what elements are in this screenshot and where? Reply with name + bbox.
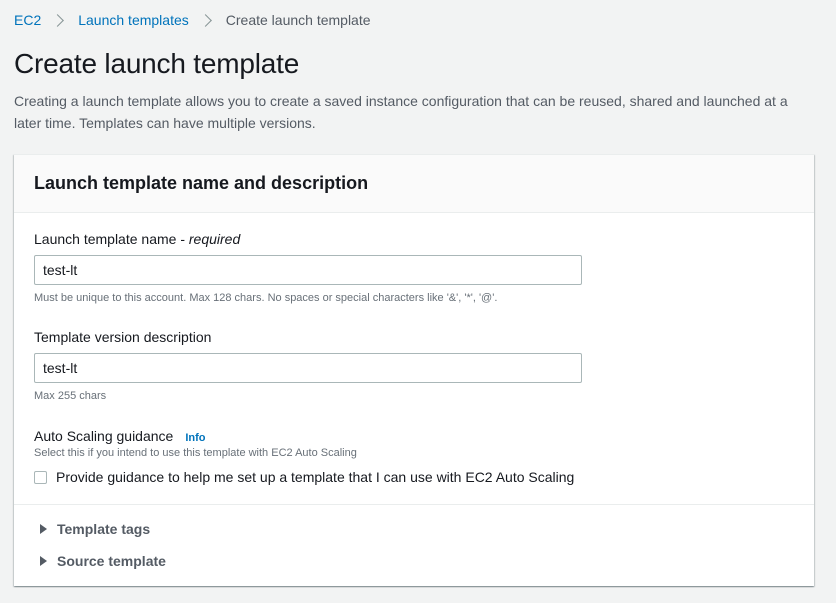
template-version-description-label: Template version description: [34, 329, 212, 345]
auto-scaling-guidance-label: Auto Scaling guidance Info: [34, 428, 206, 444]
info-link[interactable]: Info: [185, 432, 205, 444]
chevron-right-icon: [51, 13, 65, 27]
divider: [14, 504, 814, 505]
source-template-label: Source template: [57, 553, 166, 569]
template-name-input[interactable]: [34, 255, 582, 285]
auto-scaling-guidance-checkbox-label: Provide guidance to help me set up a tem…: [56, 469, 575, 485]
template-name-hint: Must be unique to this account. Max 128 …: [34, 292, 498, 304]
template-version-description-input[interactable]: [34, 353, 582, 383]
breadcrumb-link-launch-templates[interactable]: Launch templates: [78, 12, 189, 28]
chevron-right-icon: [198, 13, 212, 27]
required-marker: required: [188, 231, 241, 247]
source-template-expander[interactable]: Source template: [40, 553, 166, 569]
template-name-label: Launch template name - required: [34, 231, 240, 247]
page-title: Create launch template: [14, 48, 300, 79]
caret-right-icon: [40, 556, 47, 566]
template-tags-label: Template tags: [57, 521, 151, 537]
caret-right-icon: [40, 524, 47, 534]
breadcrumb: EC2 Launch templates Create launch templ…: [14, 10, 371, 30]
launch-template-panel: Launch template name and description Lau…: [14, 154, 814, 586]
breadcrumb-link-ec2[interactable]: EC2: [14, 12, 41, 28]
auto-scaling-guidance-checkbox[interactable]: [34, 470, 47, 484]
breadcrumb-current: Create launch template: [225, 12, 371, 28]
template-version-description-hint: Max 255 chars: [34, 390, 107, 402]
panel-header: Launch template name and description: [14, 155, 814, 213]
template-tags-expander[interactable]: Template tags: [40, 521, 150, 537]
panel-title: Launch template name and description: [34, 173, 369, 193]
auto-scaling-guidance-label-text: Auto Scaling guidance: [34, 428, 174, 444]
auto-scaling-guidance-option[interactable]: Provide guidance to help me set up a tem…: [34, 469, 574, 485]
page: EC2 Launch templates Create launch templ…: [0, 0, 836, 603]
auto-scaling-guidance-hint: Select this if you intend to use this te…: [34, 447, 357, 459]
page-description: Creating a launch template allows you to…: [14, 93, 788, 131]
template-name-label-text: Launch template name -: [34, 231, 189, 247]
